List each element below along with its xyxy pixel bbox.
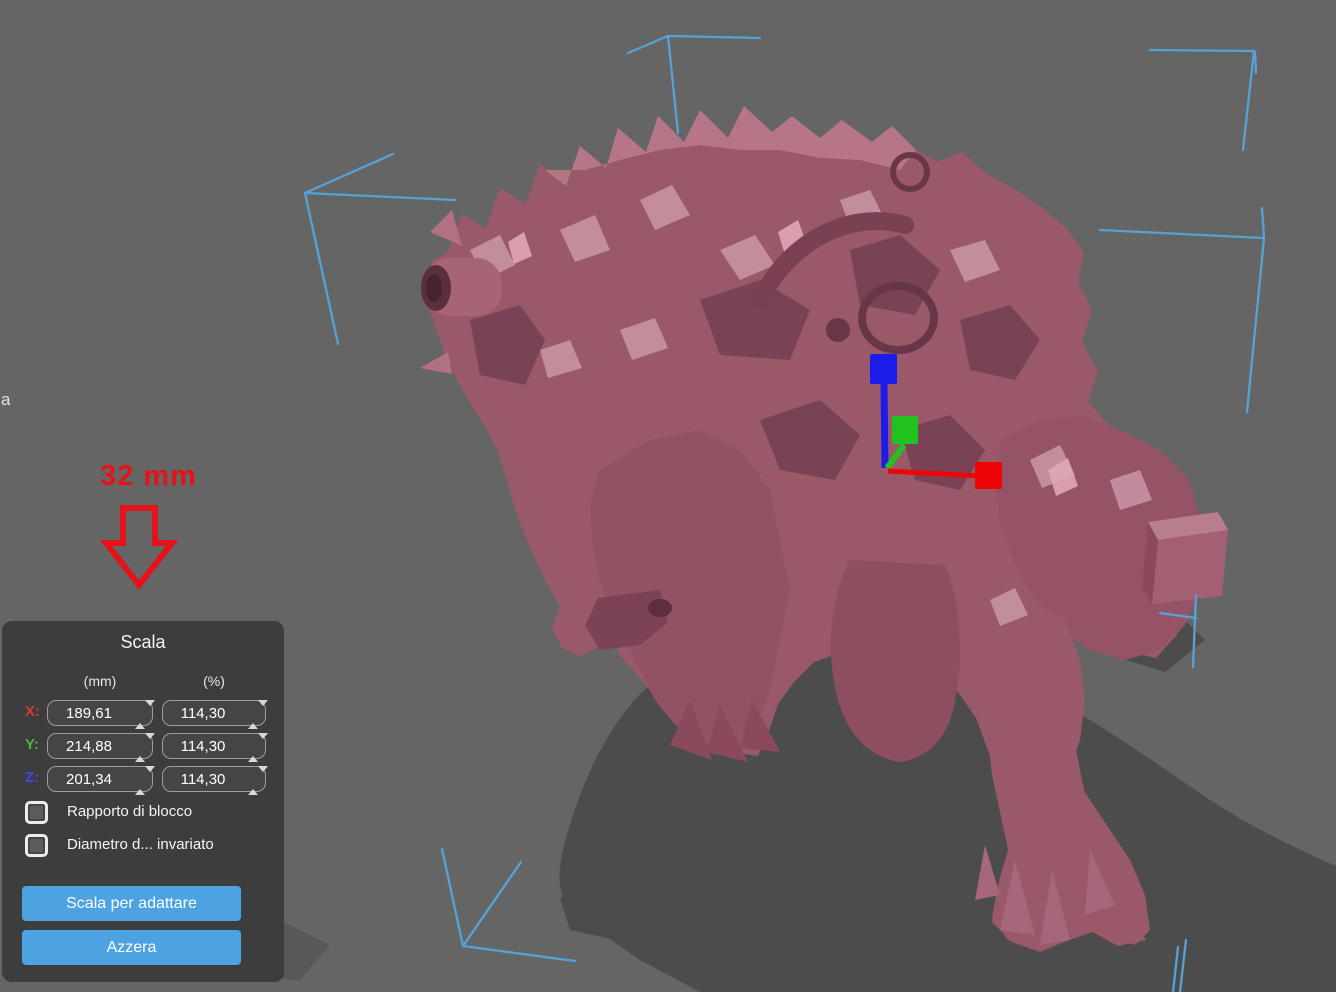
y-percent-value: 114,30 bbox=[163, 738, 243, 755]
scale-handle-y[interactable] bbox=[892, 416, 918, 444]
x-percent-spinner-arrows[interactable] bbox=[248, 706, 258, 722]
column-header-mm: (mm) bbox=[47, 673, 153, 689]
slicer-window: a 32 mm Scala (mm) (%) X: 189,61 114,30 bbox=[0, 0, 1336, 992]
scale-handle-x[interactable] bbox=[975, 462, 1002, 489]
y-mm-spinbox[interactable]: 214,88 bbox=[47, 733, 153, 759]
y-mm-spinner-arrows[interactable] bbox=[135, 739, 145, 755]
y-mm-value: 214,88 bbox=[48, 738, 130, 755]
uniform-scaling-label: Rapporto di blocco bbox=[67, 803, 192, 820]
base-diameter-label: Diametro d... invariato bbox=[67, 836, 214, 853]
cutoff-text: a bbox=[1, 390, 10, 410]
z-percent-spinner-arrows[interactable] bbox=[248, 772, 258, 788]
column-header-percent: (%) bbox=[162, 673, 266, 689]
axis-label-x: X: bbox=[25, 703, 40, 720]
base-diameter-row: Diametro d... invariato bbox=[2, 833, 284, 859]
x-percent-spinbox[interactable]: 114,30 bbox=[162, 700, 266, 726]
scale-handle-z[interactable] bbox=[870, 354, 897, 384]
scale-row-y: Y: 214,88 114,30 bbox=[2, 733, 284, 759]
scale-row-z: Z: 201,34 114,30 bbox=[2, 766, 284, 792]
x-mm-spinner-arrows[interactable] bbox=[135, 706, 145, 722]
scale-to-fit-button[interactable]: Scala per adattare bbox=[22, 886, 241, 921]
scale-panel: Scala (mm) (%) X: 189,61 114,30 Y: 214, bbox=[2, 621, 284, 982]
y-percent-spinner-arrows[interactable] bbox=[248, 739, 258, 755]
z-mm-value: 201,34 bbox=[48, 771, 130, 788]
axis-label-y: Y: bbox=[25, 736, 39, 753]
z-mm-spinner-arrows[interactable] bbox=[135, 772, 145, 788]
reset-button[interactable]: Azzera bbox=[22, 930, 241, 965]
size-annotation: 32 mm bbox=[90, 460, 220, 595]
panel-title: Scala bbox=[2, 621, 284, 653]
x-mm-spinbox[interactable]: 189,61 bbox=[47, 700, 153, 726]
size-annotation-label: 32 mm bbox=[90, 460, 220, 493]
axis-label-z: Z: bbox=[25, 769, 39, 786]
z-percent-spinbox[interactable]: 114,30 bbox=[162, 766, 266, 792]
scale-row-x: X: 189,61 114,30 bbox=[2, 700, 284, 726]
uniform-scaling-row: Rapporto di blocco bbox=[2, 800, 284, 826]
x-percent-value: 114,30 bbox=[163, 705, 243, 722]
x-mm-value: 189,61 bbox=[48, 705, 130, 722]
uniform-scaling-checkbox[interactable] bbox=[25, 801, 48, 824]
y-percent-spinbox[interactable]: 114,30 bbox=[162, 733, 266, 759]
base-diameter-checkbox[interactable] bbox=[25, 834, 48, 857]
down-arrow-icon bbox=[98, 505, 188, 595]
z-mm-spinbox[interactable]: 201,34 bbox=[47, 766, 153, 792]
z-percent-value: 114,30 bbox=[163, 771, 243, 788]
